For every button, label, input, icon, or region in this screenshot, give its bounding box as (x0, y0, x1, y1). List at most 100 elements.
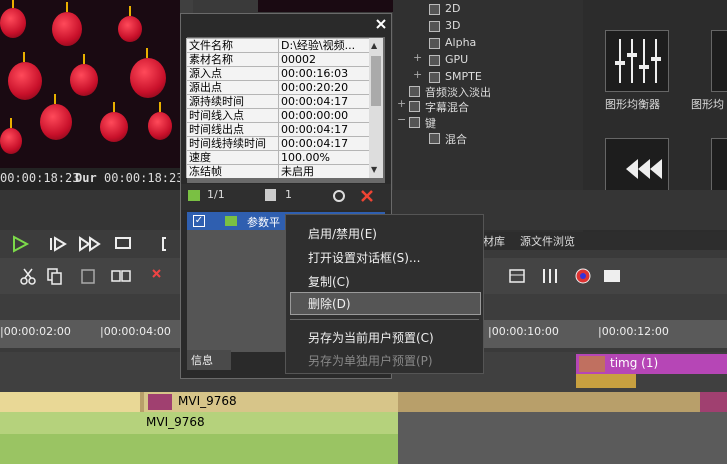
table-scrollbar[interactable]: ▲ ▼ (369, 38, 383, 178)
thumbnail (148, 394, 172, 410)
fast-forward-icon[interactable] (78, 235, 102, 253)
property-name: 时间线出点 (186, 122, 279, 137)
loop-icon[interactable] (113, 235, 135, 253)
group-icon[interactable] (110, 267, 132, 285)
video-clip[interactable]: MVI_9768 (144, 392, 398, 412)
tree-item[interactable]: 2D (445, 2, 460, 15)
table-row: 源出点 00:00:20:20 (186, 80, 369, 95)
menu-item-delete[interactable]: 删除(D) (308, 295, 351, 312)
list-icon (265, 189, 276, 201)
table-row: 时间线入点 00:00:00:00 (186, 108, 369, 123)
tab-bar: 素材库 源文件浏览 (470, 232, 727, 250)
cut-icon[interactable] (20, 267, 36, 285)
page-indicator: 1/1 (207, 188, 225, 201)
scroll-down-icon[interactable]: ▼ (371, 166, 381, 174)
tree-item[interactable]: SMPTE (445, 70, 482, 83)
equalizer-icon[interactable] (711, 30, 727, 92)
tab-info-label: 信息 (191, 354, 213, 367)
step-forward-icon[interactable] (48, 235, 68, 253)
menu-item-toggle[interactable]: 启用/禁用(E) (308, 225, 377, 242)
ruler-tick: |00:00:02:00 (0, 325, 71, 338)
duration-timecode: 00:00:18:23 (104, 171, 184, 185)
collapse-icon[interactable]: − (397, 113, 406, 126)
property-name: 文件名称 (186, 38, 279, 53)
video-clip[interactable] (0, 392, 140, 412)
property-name: 源入点 (186, 66, 279, 81)
tab-info[interactable]: 信息 (187, 350, 231, 370)
tree-item[interactable]: 混合 (445, 131, 467, 147)
effect-label: 图形均衡器 (605, 98, 660, 111)
property-name: 素材名称 (186, 52, 279, 67)
property-name: 源出点 (186, 80, 279, 95)
checkbox-checked-icon[interactable]: ✓ (193, 215, 205, 227)
table-row: 时间线持续时间 00:00:04:17 (186, 136, 369, 151)
mixer-icon[interactable] (540, 267, 560, 285)
audio-clip[interactable]: MVI_9768 (0, 412, 398, 434)
menu-item-save-separate-preset[interactable]: 另存为单独用户预置(P) (308, 352, 433, 369)
ruler-tick: |00:00:04:00 (100, 325, 171, 338)
paste-icon[interactable] (80, 267, 96, 285)
property-value: 00:00:16:03 (278, 66, 369, 81)
property-name: 时间线入点 (186, 108, 279, 123)
scroll-up-icon[interactable]: ▲ (371, 42, 381, 50)
tab-file-browser[interactable]: 源文件浏览 (520, 233, 575, 249)
table-row: 时间线出点 00:00:04:17 (186, 122, 369, 137)
property-name: 时间线持续时间 (186, 136, 279, 151)
list-item-label: 参数平 (247, 216, 280, 229)
settings-icon[interactable] (331, 188, 347, 204)
remove-icon[interactable] (150, 267, 172, 285)
playback-controls (0, 230, 180, 258)
clip-label: MVI_9768 (178, 394, 237, 408)
scroll-thumb[interactable] (371, 56, 381, 106)
info-toolbar: 1/1 1 (181, 184, 391, 210)
property-value: 00:00:00:00 (278, 108, 369, 123)
effect-icon (225, 216, 237, 226)
tree-item[interactable]: 音频淡入淡出 (425, 84, 491, 100)
color-icon[interactable] (574, 267, 592, 285)
video-track: MVI_9768 (0, 392, 727, 412)
mark-in-icon[interactable] (160, 235, 178, 253)
title-clip-label: timg (1) (610, 356, 659, 370)
copy-icon[interactable] (46, 267, 62, 285)
title-clip[interactable]: timg (1) (576, 354, 727, 374)
delete-icon[interactable] (359, 188, 375, 204)
window-icon[interactable] (602, 267, 628, 285)
property-value: 未启用 (278, 164, 369, 178)
menu-item-copy[interactable]: 复制(C) (308, 273, 350, 290)
tree-item[interactable]: 3D (445, 19, 460, 32)
property-value: D:\经验\视频... (278, 38, 369, 53)
grid-icon[interactable] (508, 267, 526, 285)
property-value: 100.00% (278, 150, 369, 165)
menu-item-open-settings[interactable]: 打开设置对话框(S)... (308, 249, 420, 266)
property-name: 速度 (186, 150, 279, 165)
table-row: 文件名称 D:\经验\视频... (186, 38, 369, 53)
transition-marker[interactable] (576, 374, 636, 388)
property-name: 冻结帧 (186, 164, 279, 178)
context-menu: 启用/禁用(E) 打开设置对话框(S)... 复制(C) 删除(D) 另存为当前… (285, 214, 484, 374)
expand-icon[interactable]: + (413, 68, 422, 81)
close-icon[interactable] (375, 18, 387, 30)
tree-item[interactable]: GPU (445, 53, 468, 66)
play-icon[interactable] (10, 234, 30, 254)
table-row: 源持续时间 00:00:04:17 (186, 94, 369, 109)
audio-track: MVI_9768 (0, 412, 727, 464)
clip-label: MVI_9768 (146, 415, 205, 429)
expand-icon[interactable]: + (413, 51, 422, 64)
thumbnail (579, 356, 605, 372)
menu-item-save-current-preset[interactable]: 另存为当前用户预置(C) (308, 329, 434, 346)
menu-divider (290, 319, 479, 320)
timecode-current: 00:00:18:23 (0, 171, 80, 185)
ruler-tick: |00:00:10:00 (488, 325, 559, 338)
equalizer-icon[interactable] (605, 30, 669, 92)
effect-label: 图形均 (691, 98, 724, 111)
tree-item[interactable]: 字幕混合 (425, 99, 469, 115)
property-value: 00:00:04:17 (278, 94, 369, 109)
tree-item[interactable]: Alpha (445, 36, 476, 49)
expand-icon[interactable]: + (397, 97, 406, 110)
duration-label: Dur (75, 171, 97, 185)
table-row: 冻结帧 未启用 (186, 164, 369, 178)
tree-item[interactable]: 键 (425, 115, 436, 131)
property-value: 00002 (278, 52, 369, 67)
ruler-tick: |00:00:12:00 (598, 325, 669, 338)
preview-monitor (0, 0, 180, 168)
